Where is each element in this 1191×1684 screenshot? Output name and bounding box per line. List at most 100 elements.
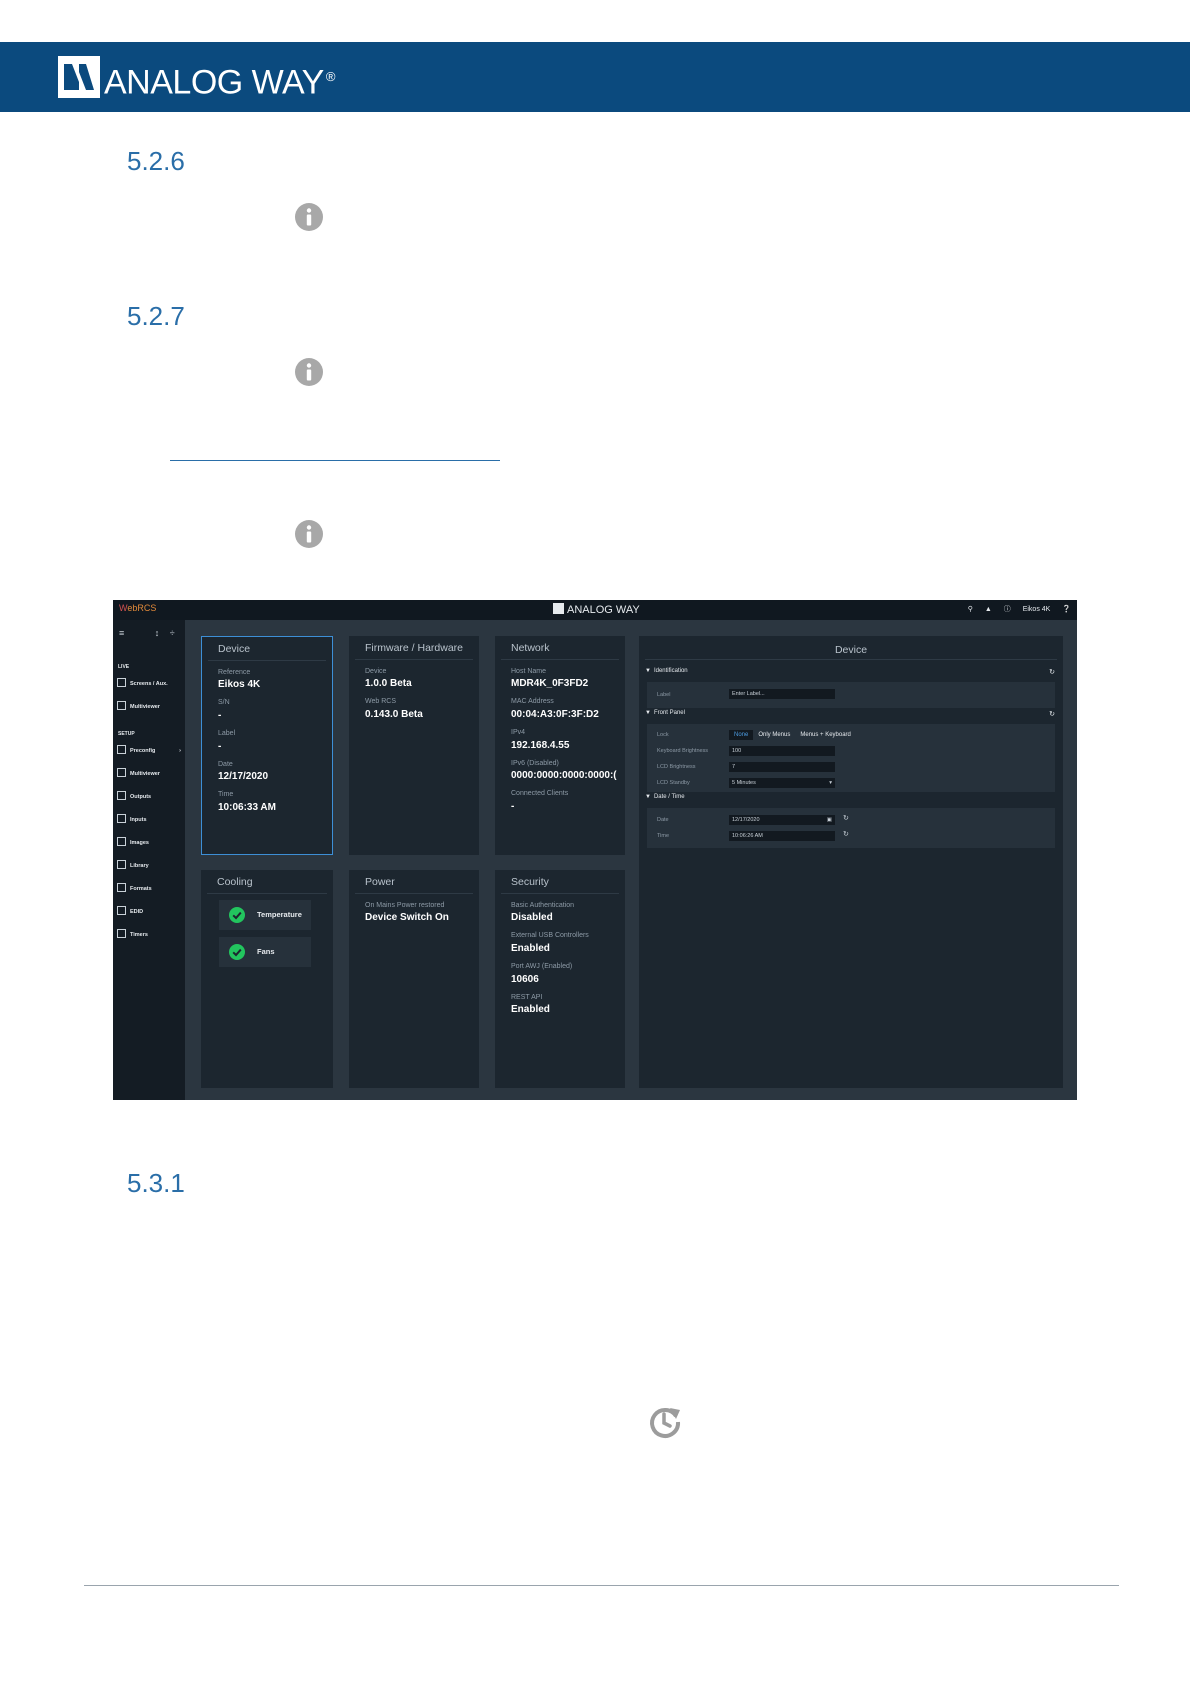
host-label: Host Name bbox=[511, 668, 547, 675]
label-label: Label bbox=[218, 730, 236, 737]
identification-section[interactable]: ▼ Identification ↻ bbox=[645, 668, 1057, 680]
security-card[interactable]: Security Basic Authentication Disabled E… bbox=[495, 870, 625, 1088]
sidebar-item-preconfig[interactable]: Preconfig › bbox=[117, 744, 183, 758]
clients-label: Connected Clients bbox=[511, 790, 569, 797]
lcd-standby-select[interactable]: 5 Minutes ▾ bbox=[729, 778, 835, 788]
date-input[interactable]: 12/17/2020 ▣ bbox=[729, 815, 835, 825]
preconfig-icon bbox=[117, 745, 126, 754]
front-panel-section[interactable]: ▼ Front Panel ↻ bbox=[645, 710, 1057, 722]
panel-date-label: Date bbox=[657, 817, 669, 823]
label-field-label: Label bbox=[657, 692, 671, 698]
card-title: Cooling bbox=[217, 876, 253, 888]
library-icon bbox=[117, 860, 126, 869]
section-heading-531: 5.3.1 bbox=[127, 1168, 185, 1198]
multiviewer-icon bbox=[117, 768, 126, 777]
panel-title: Device bbox=[834, 644, 868, 656]
reset-icon[interactable]: ↻ bbox=[1049, 710, 1055, 718]
time-value: 10:06:33 AM bbox=[218, 802, 276, 813]
sidebar-item-library[interactable]: Library bbox=[117, 859, 183, 873]
info-icon bbox=[295, 358, 323, 386]
lock-option-none[interactable]: None bbox=[729, 730, 754, 740]
mac-label: MAC Address bbox=[511, 698, 554, 705]
mac-value: 00:04:A3:0F:3F:D2 bbox=[511, 709, 599, 720]
topbar-actions: ⚲ ▲ ⓘ Eikos 4K ❔ bbox=[958, 604, 1071, 614]
link-underline bbox=[170, 460, 500, 461]
restore-value: Device Switch On bbox=[365, 912, 449, 923]
time-label: Time bbox=[218, 791, 234, 798]
panel-time-label: Time bbox=[657, 833, 670, 839]
lcd-brightness-input[interactable]: 7 bbox=[729, 762, 835, 772]
device-settings-panel: Device ▼ Identification ↻ Label Enter Lab… bbox=[639, 636, 1063, 1088]
time-input[interactable]: 10:06:26 AM bbox=[729, 831, 835, 841]
app-topbar: WebRCS ANALOG WAY ⚲ ▲ ⓘ Eikos 4K ❔ bbox=[113, 600, 1077, 620]
sidebar-item-outputs[interactable]: Outputs bbox=[117, 790, 183, 804]
section-heading-526: 5.2.6 bbox=[127, 146, 185, 176]
input-icon bbox=[117, 814, 126, 823]
date-time-section[interactable]: ▼ Date / Time bbox=[645, 794, 1057, 806]
sidebar-item-multiviewer[interactable]: Multiviewer bbox=[117, 767, 183, 781]
lock-option-menus-keyboard[interactable]: Menus + Keyboard bbox=[795, 730, 856, 740]
check-icon bbox=[229, 944, 245, 960]
restore-label: On Mains Power restored bbox=[365, 902, 445, 909]
timer-icon bbox=[117, 929, 126, 938]
basic-auth-value: Disabled bbox=[511, 912, 553, 923]
card-title: Security bbox=[511, 876, 549, 888]
network-card[interactable]: Network Host Name MDR4K_0F3FD2 MAC Addre… bbox=[495, 636, 625, 855]
device-card[interactable]: Device Reference Eikos 4K S/N - Label - … bbox=[201, 636, 333, 855]
edid-icon bbox=[117, 906, 126, 915]
firmware-device-label: Device bbox=[365, 668, 387, 675]
reference-value: Eikos 4K bbox=[218, 679, 261, 690]
sync-icon[interactable]: ↻ bbox=[843, 830, 849, 838]
lcd-brightness-label: LCD Brightness bbox=[657, 764, 696, 770]
reference-label: Reference bbox=[218, 669, 251, 676]
date-label: Date bbox=[218, 761, 233, 768]
sidebar-section-live: LIVE bbox=[118, 664, 130, 670]
reset-icon[interactable]: ↻ bbox=[1049, 668, 1055, 676]
webrcs-value: 0.143.0 Beta bbox=[365, 709, 423, 720]
sync-icon[interactable]: ↻ bbox=[843, 814, 849, 822]
image-icon bbox=[117, 837, 126, 846]
help-icon[interactable]: ❔ bbox=[1062, 606, 1071, 613]
sidebar-item-inputs[interactable]: Inputs bbox=[117, 813, 183, 827]
collapse-icon[interactable]: ÷ bbox=[170, 628, 175, 638]
card-title: Firmware / Hardware bbox=[365, 642, 464, 654]
footer-rule bbox=[84, 1585, 1119, 1586]
identification-block: Label Enter Label... bbox=[647, 682, 1055, 708]
search-icon[interactable]: ⚲ bbox=[968, 606, 973, 613]
expand-icon[interactable]: ↕ bbox=[155, 628, 160, 638]
host-value: MDR4K_0F3FD2 bbox=[511, 678, 589, 689]
sidebar-item-timers[interactable]: Timers bbox=[117, 928, 183, 942]
cooling-card[interactable]: Cooling Temperature Fans bbox=[201, 870, 333, 1088]
sidebar-item-images[interactable]: Images bbox=[117, 836, 183, 850]
webrcs-screenshot: WebRCS ANALOG WAY ⚲ ▲ ⓘ Eikos 4K ❔ ≡ ↕ ÷… bbox=[113, 600, 1077, 1100]
sidebar-section-setup: SETUP bbox=[118, 731, 135, 737]
device-selector[interactable]: ⓘ Eikos 4K bbox=[1004, 606, 1051, 613]
screen-icon bbox=[117, 678, 126, 687]
front-panel-block: Lock None Only Menus Menus + Keyboard Keyb… bbox=[647, 724, 1055, 792]
firmware-card[interactable]: Firmware / Hardware Device 1.0.0 Beta We… bbox=[349, 636, 479, 855]
fans-status: Fans bbox=[219, 937, 311, 967]
kb-brightness-input[interactable]: 100 bbox=[729, 746, 835, 756]
bell-icon[interactable]: ▲ bbox=[985, 606, 992, 613]
analog-way-logo-mark bbox=[58, 56, 100, 98]
date-value: 12/17/2020 bbox=[218, 771, 269, 782]
lock-selector[interactable]: None Only Menus Menus + Keyboard bbox=[729, 730, 856, 740]
webrcs-logo: WebRCS bbox=[119, 603, 157, 613]
menu-icon[interactable]: ≡ bbox=[119, 628, 124, 638]
lock-label: Lock bbox=[657, 732, 669, 738]
lock-option-menus[interactable]: Only Menus bbox=[753, 730, 795, 740]
sidebar-item-formats[interactable]: Formats bbox=[117, 882, 183, 896]
label-input[interactable]: Enter Label... bbox=[729, 689, 835, 699]
power-card[interactable]: Power On Mains Power restored Device Swi… bbox=[349, 870, 479, 1088]
label-value: - bbox=[218, 741, 222, 752]
sidebar-item-multiviewer-live[interactable]: Multiviewer bbox=[117, 700, 183, 714]
info-icon bbox=[295, 203, 323, 231]
port-label: Port AWJ (Enabled) bbox=[511, 963, 573, 970]
section-heading-527: 5.2.7 bbox=[127, 301, 185, 331]
card-title: Device bbox=[218, 643, 251, 655]
ipv4-label: IPv4 bbox=[511, 729, 526, 736]
usb-label: External USB Controllers bbox=[511, 932, 589, 939]
sidebar-item-screens[interactable]: Screens / Aux. bbox=[117, 677, 183, 691]
webrcs-label: Web RCS bbox=[365, 698, 396, 705]
sidebar-item-edid[interactable]: EDID bbox=[117, 905, 183, 919]
